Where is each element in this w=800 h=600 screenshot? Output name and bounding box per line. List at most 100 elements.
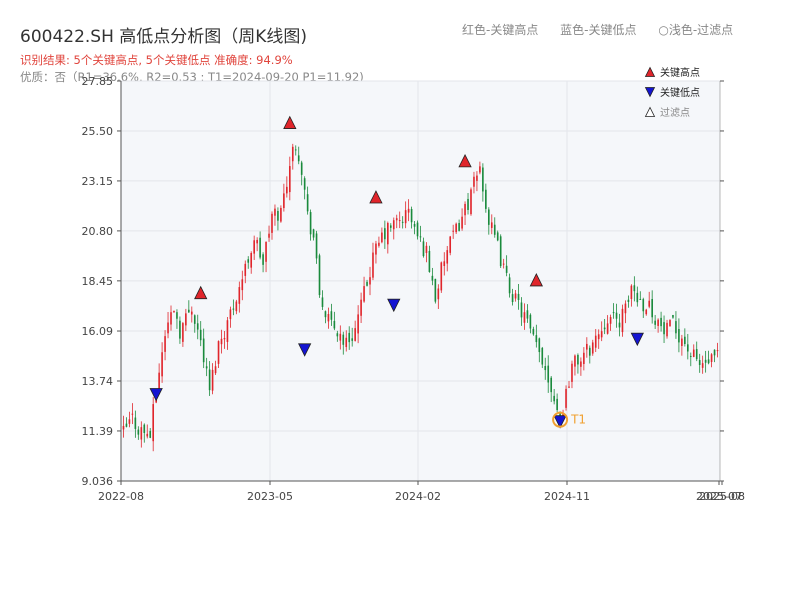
candle-body: [161, 352, 163, 377]
candle-body: [220, 338, 223, 345]
x-tick-label: 2022-08: [98, 490, 144, 503]
candle-body: [378, 242, 380, 246]
candle-body: [205, 366, 208, 369]
y-tick-label: 9.036: [82, 475, 114, 488]
y-tick-label: 18.45: [82, 275, 114, 288]
candle-body: [428, 250, 431, 272]
candle-body: [140, 427, 143, 440]
candle-body: [288, 166, 291, 193]
candle-body: [131, 413, 134, 415]
candle-body: [669, 320, 671, 327]
candle-body: [476, 175, 478, 181]
candle-body: [470, 189, 472, 215]
candle-body: [482, 167, 484, 192]
candle-body: [167, 322, 169, 334]
candle-body: [125, 423, 128, 427]
candle-body: [149, 431, 152, 438]
candle-body: [214, 366, 217, 374]
candle-body: [185, 313, 187, 326]
candle-body: [345, 337, 348, 348]
candle-body: [672, 314, 674, 318]
y-tick-label: 20.80: [82, 225, 114, 238]
candle-body: [520, 302, 523, 318]
candle-body: [241, 279, 244, 291]
candle-body: [291, 146, 294, 162]
candle-body: [523, 312, 526, 323]
candle-body: [318, 255, 321, 296]
candle-body: [229, 309, 232, 320]
candle-body: [232, 308, 235, 310]
candle-body: [271, 213, 273, 233]
candle-body: [657, 319, 659, 326]
candle-body: [401, 221, 404, 223]
candle-body: [547, 365, 550, 383]
candle-body: [648, 300, 651, 307]
candle-body: [354, 328, 356, 341]
candle-body: [553, 395, 555, 402]
candle-body: [689, 355, 692, 357]
candle-body: [600, 331, 603, 338]
candle-body: [146, 433, 149, 437]
candle-body: [309, 212, 312, 235]
candle-body: [541, 347, 544, 365]
candle-body: [695, 349, 698, 360]
candle-body: [306, 194, 309, 212]
y-tick-label: 13.74: [82, 375, 114, 388]
x-tick-label: 2024-11: [544, 490, 590, 503]
candle-body: [208, 369, 211, 391]
candle-body: [389, 225, 392, 228]
candle-body: [416, 222, 419, 237]
candle-body: [193, 315, 196, 324]
candle-body: [366, 281, 368, 286]
candle-body: [238, 287, 241, 304]
candle-body: [244, 263, 247, 276]
candle-body: [330, 311, 333, 320]
candle-body: [568, 386, 570, 388]
candle-body: [173, 310, 175, 313]
candle-body: [603, 327, 606, 330]
candle-body: [280, 207, 282, 222]
candle-body: [529, 314, 532, 329]
candle-body: [493, 224, 496, 235]
candle-body: [574, 355, 576, 367]
candle-body: [410, 208, 413, 223]
candle-body: [654, 320, 656, 325]
y-tick-label: 23.15: [82, 175, 114, 188]
candle-body: [473, 176, 475, 187]
candle-body: [591, 342, 594, 354]
candle-body: [283, 193, 285, 209]
candle-body: [713, 349, 716, 356]
candle-body: [651, 299, 653, 318]
candle-body: [663, 322, 665, 335]
candle-body: [363, 286, 365, 302]
candle-body: [499, 236, 502, 267]
candle-body: [645, 309, 648, 315]
candle-body: [639, 298, 642, 300]
candle-body: [143, 424, 146, 433]
x-tick-label: 2025-08: [699, 490, 745, 503]
candle-body: [597, 334, 600, 340]
candle-body: [339, 333, 342, 341]
candle-body: [360, 299, 362, 316]
candle-body: [348, 332, 351, 343]
candle-body: [190, 311, 193, 315]
candle-body: [606, 323, 609, 334]
candle-body: [526, 310, 529, 319]
candle-body: [384, 228, 386, 240]
candle-body: [199, 329, 202, 341]
candle-body: [556, 398, 558, 411]
candlestick-chart: T1 9.036 11.39 13.74 16.09 18.45 20.80 23.15 25…: [82, 66, 745, 503]
candle-body: [381, 232, 383, 243]
candle-body: [235, 301, 238, 312]
candle-body: [202, 338, 205, 363]
candle-body: [461, 216, 463, 229]
candle-body: [303, 178, 306, 190]
candle-body: [675, 321, 677, 334]
candle-body: [443, 261, 446, 266]
legend-label: 关键高点: [660, 66, 700, 79]
candle-body: [375, 243, 377, 255]
candle-body: [247, 259, 250, 263]
candle-body: [502, 263, 505, 265]
candle-body: [615, 312, 618, 319]
candle-body: [452, 230, 454, 232]
